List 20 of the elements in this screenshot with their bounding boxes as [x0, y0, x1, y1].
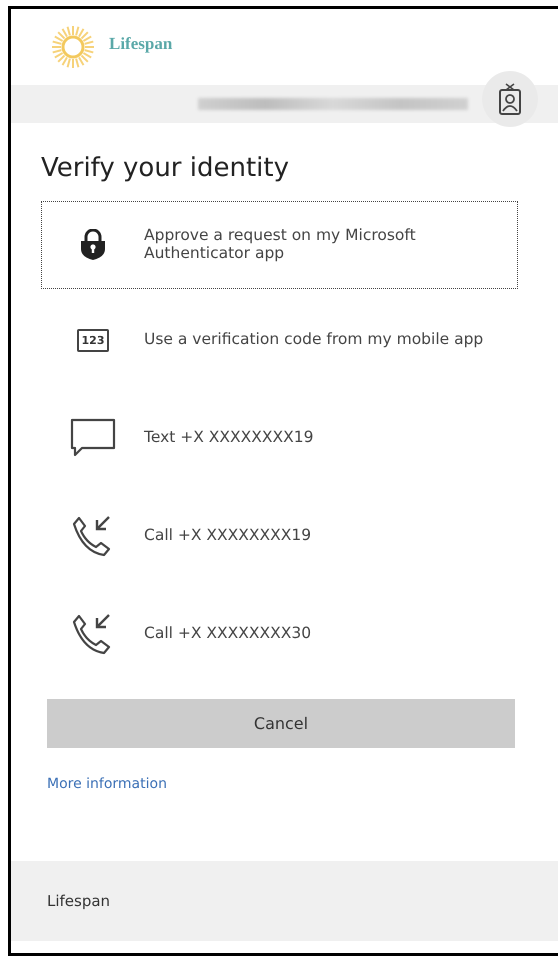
- option-label: Use a verification code from my mobile app: [144, 331, 484, 349]
- option-label: Call +X XXXXXXXX19: [144, 527, 312, 545]
- option-label: Approve a request on my Microsoft Authenticator app: [144, 227, 417, 263]
- cancel-button[interactable]: Cancel: [47, 699, 515, 748]
- code-icon: 123: [76, 328, 110, 352]
- verification-option[interactable]: 123 Use a verification code from my mobile app: [41, 293, 518, 387]
- id-badge-icon: [498, 82, 522, 116]
- verification-option[interactable]: Call +X XXXXXXXX19: [41, 489, 518, 583]
- logo-wordmark: Lifespan: [109, 34, 172, 54]
- verification-option[interactable]: Text +X XXXXXXXX19: [41, 391, 518, 485]
- verification-option[interactable]: Call +X XXXXXXXX30: [41, 587, 518, 681]
- page-title: Verify your identity: [41, 153, 290, 183]
- chat-bubble-icon: [70, 418, 116, 458]
- footer-text: Lifespan: [47, 892, 110, 910]
- more-information-link[interactable]: More information: [47, 776, 167, 792]
- verification-option[interactable]: Approve a request on my Microsoft Authenticator app: [41, 201, 518, 289]
- sun-logo-icon: [51, 25, 95, 69]
- lock-icon: [80, 229, 106, 261]
- option-label: Text +X XXXXXXXX19: [144, 429, 314, 447]
- option-label: Call +X XXXXXXXX30: [144, 625, 312, 643]
